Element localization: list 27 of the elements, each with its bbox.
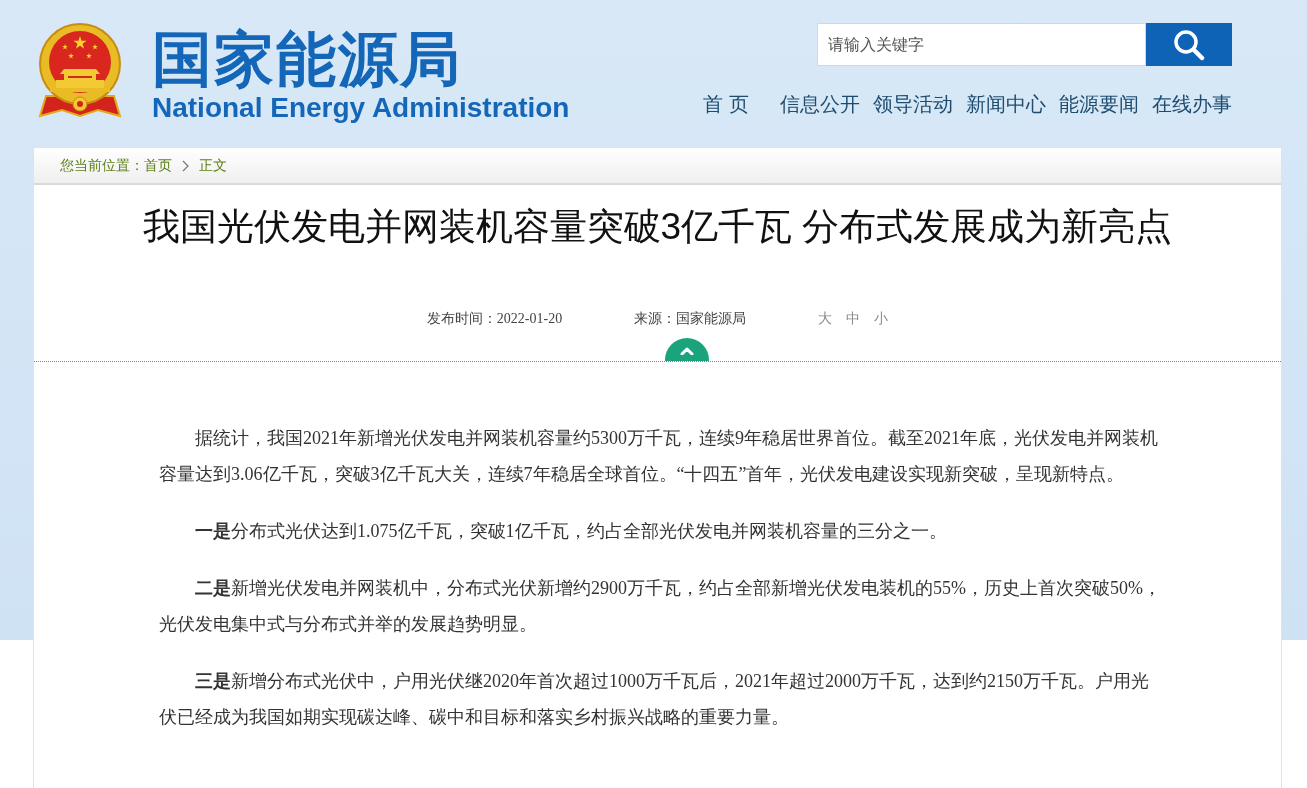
search-field[interactable]: 请输入关键字 [817,23,1146,66]
font-size-button[interactable]: 大 [818,309,833,329]
article-paragraph: 据统计，我国2021年新增光伏发电并网装机容量约5300万千瓦，连续9年稳居世界首位。截至2021年底，光伏发电并网装机容量达到3.06亿千瓦，突破3亿千瓦大关，连续7年稳居全球首位。“十四五”首年，光伏发电建设实现新突破，呈现新特点。 [159,427,1159,486]
font-size-button[interactable]: 中 [846,309,861,329]
article-title: 我国光伏发电并网装机容量突破3亿千瓦 分布式发展成为新亮点 [141,205,1174,249]
toggle-button[interactable] [664,338,709,361]
breadcrumb-label: 您当前位置： [60,156,144,175]
publish-date: 发布时间：2022-01-20 [426,310,563,328]
search-button[interactable] [1146,23,1232,66]
breadcrumb-current: 正文 [199,156,227,175]
font-size-button[interactable]: 小 [874,309,889,329]
search-icon [1173,28,1205,61]
chevron-right-icon [182,159,189,172]
nav-link[interactable]: 在线办事 [1152,92,1232,116]
site-subtitle: National Energy Administration [152,92,570,124]
nav-link[interactable]: 新闻中心 [966,92,1046,116]
chevron-up-icon [679,347,694,355]
article-source: 来源：国家能源局 [634,310,747,328]
article-paragraph: 一是分布式光伏达到1.075亿千瓦，突破1亿千瓦，约占全部光伏发电并网装机容量的三分之一。 [194,520,948,543]
nav-link[interactable]: 首 页 [703,92,749,116]
nav-link[interactable]: 信息公开 [780,92,860,116]
site-title: 国家能源局 [152,28,463,92]
breadcrumb-link[interactable]: 首页 [144,155,172,176]
article-paragraph: 二是新增光伏发电并网装机中，分布式光伏新增约2900万千瓦，约占全部新增光伏发电装机的55%，历史上首次突破50%，光伏发电集中式与分布式并举的发展趋势明显。 [159,577,1161,636]
article-paragraph: 三是新增分布式光伏中，户用光伏继2020年首次超过1000万千瓦后，2021年超过2000万千瓦，达到约2150万千瓦。户用光伏已经成为我国如期实现碳达峰、碳中和目标和落实乡村振兴战略的重要力量。 [159,670,1150,729]
nav-link[interactable]: 能源要闻 [1059,92,1139,116]
nav-link[interactable]: 领导活动 [873,92,953,116]
